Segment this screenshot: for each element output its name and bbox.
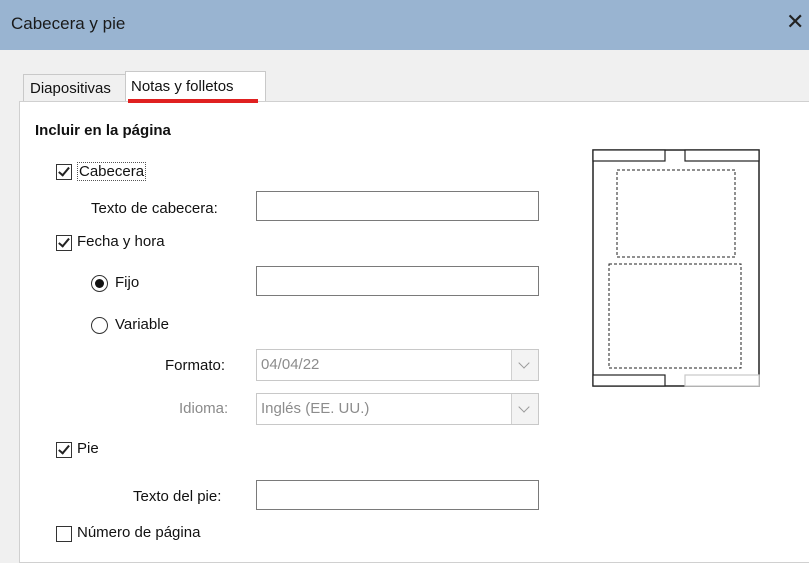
close-icon[interactable]: ✕ bbox=[786, 11, 804, 33]
language-select[interactable]: Inglés (EE. UU.) bbox=[256, 393, 539, 425]
active-tab-indicator bbox=[128, 99, 258, 103]
chevron-down-icon[interactable] bbox=[511, 394, 538, 424]
tab-panel: Incluir en la página Cabecera Texto de c… bbox=[19, 101, 809, 563]
page-number-checkbox[interactable] bbox=[56, 526, 72, 542]
title-bar: Cabecera y pie ✕ bbox=[0, 0, 809, 50]
fixed-radio-label[interactable]: Fijo bbox=[115, 274, 139, 291]
fixed-date-input[interactable] bbox=[256, 266, 539, 296]
format-label: Formato: bbox=[165, 357, 226, 374]
datetime-checkbox[interactable] bbox=[56, 235, 72, 251]
datetime-checkbox-label[interactable]: Fecha y hora bbox=[77, 233, 165, 250]
footer-checkbox[interactable] bbox=[56, 442, 72, 458]
page-number-checkbox-label[interactable]: Número de página bbox=[77, 524, 200, 541]
window-title: Cabecera y pie bbox=[11, 14, 126, 33]
header-checkbox-label[interactable]: Cabecera bbox=[77, 162, 147, 181]
variable-radio[interactable] bbox=[91, 317, 108, 334]
section-heading: Incluir en la página bbox=[35, 122, 171, 139]
format-select-value: 04/04/22 bbox=[261, 356, 320, 373]
header-checkbox[interactable] bbox=[56, 164, 72, 180]
fixed-radio[interactable] bbox=[91, 275, 108, 292]
page-layout-preview bbox=[592, 149, 760, 387]
language-label: Idioma: bbox=[179, 400, 229, 417]
header-text-input[interactable] bbox=[256, 191, 539, 221]
tab-diapositivas[interactable]: Diapositivas bbox=[23, 74, 133, 102]
footer-text-input[interactable] bbox=[256, 480, 539, 510]
footer-checkbox-label[interactable]: Pie bbox=[77, 440, 99, 457]
language-select-value: Inglés (EE. UU.) bbox=[261, 400, 370, 417]
chevron-down-icon[interactable] bbox=[511, 350, 538, 380]
variable-radio-label[interactable]: Variable bbox=[115, 316, 169, 333]
format-select[interactable]: 04/04/22 bbox=[256, 349, 539, 381]
header-text-label: Texto de cabecera: bbox=[91, 200, 218, 217]
footer-text-label: Texto del pie: bbox=[133, 488, 222, 505]
